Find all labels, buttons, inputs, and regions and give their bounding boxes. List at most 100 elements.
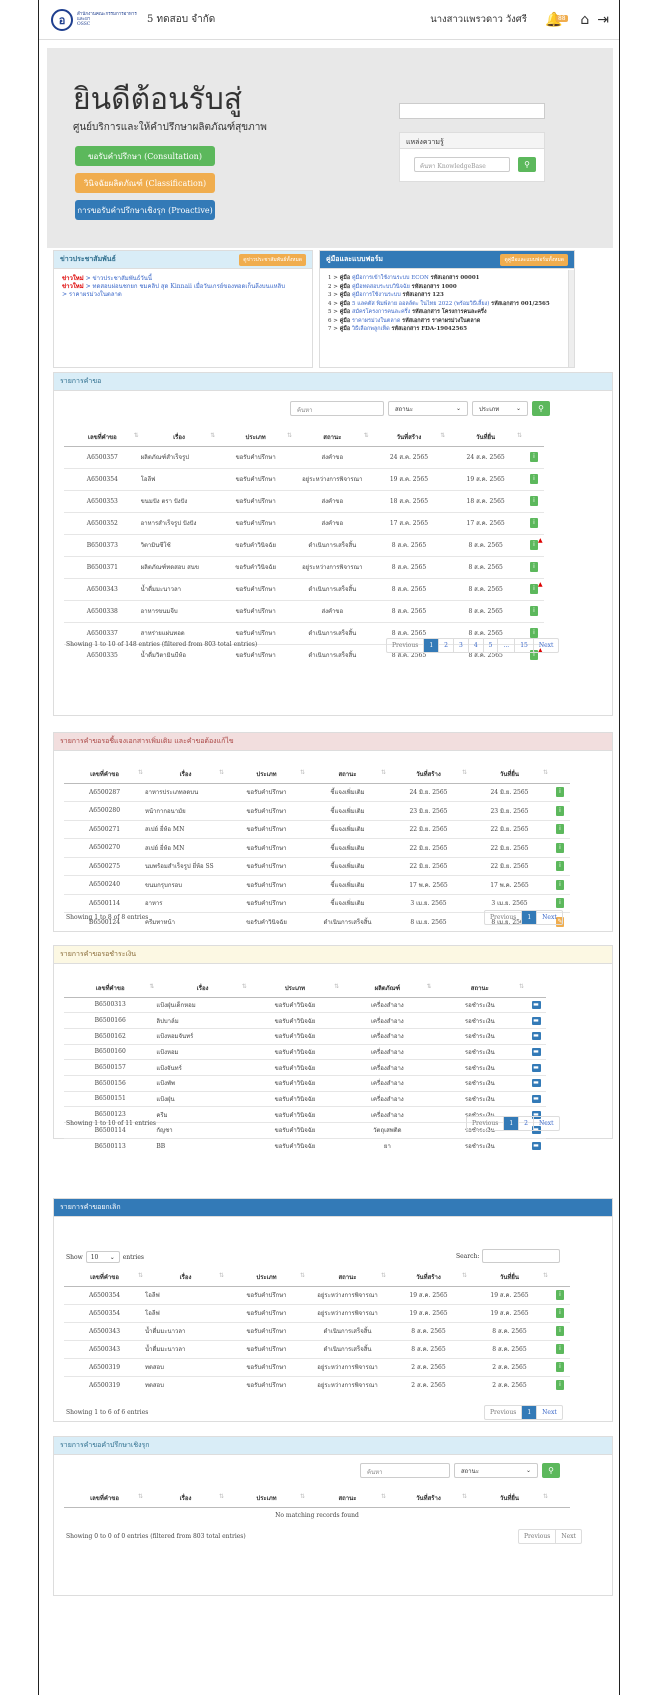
- proactive-search-input[interactable]: ค้นหา: [360, 1463, 450, 1478]
- sort-icon[interactable]: ⇅: [210, 432, 215, 439]
- column-header[interactable]: สถานะ ⇅: [293, 428, 371, 447]
- manual-item[interactable]: 3 > คู่มือ คู่มือการใช้งานระบบ รหัสเอกสา…: [328, 291, 562, 300]
- news-item[interactable]: ข่าวใหม่ > ข่าวประชาสัมพันธ์วันนี้: [54, 275, 312, 283]
- all-news-button[interactable]: ดูข่าวประชาสัมพันธ์ทั้งหมด: [239, 253, 306, 266]
- sort-icon[interactable]: ⇅: [440, 432, 445, 439]
- pagination-item[interactable]: Next: [537, 911, 562, 924]
- pagination-item[interactable]: 1: [522, 911, 538, 924]
- column-header[interactable]: สถานะ ⇅: [307, 1489, 388, 1508]
- home-icon[interactable]: ⌂: [580, 12, 589, 28]
- column-header[interactable]: เรื่อง ⇅: [145, 1268, 226, 1287]
- cancelled-search-input[interactable]: [482, 1249, 561, 1263]
- column-header[interactable]: สถานะ ⇅: [433, 979, 526, 998]
- info-icon[interactable]: i: [530, 562, 538, 572]
- column-header[interactable]: วันที่สร้าง ⇅: [388, 1489, 469, 1508]
- proactive-button[interactable]: การขอรับคำปรึกษาเชิงรุก (Proactive): [75, 200, 215, 220]
- column-header[interactable]: เลขที่คำขอ ⇅: [64, 1489, 145, 1508]
- column-header[interactable]: วันที่สร้าง ⇅: [388, 1268, 469, 1287]
- news-item[interactable]: > ราคาผรม่วงในตลาด: [54, 291, 312, 299]
- pagination-item[interactable]: Previous: [467, 1117, 505, 1130]
- info-icon[interactable]: i: [556, 861, 564, 872]
- pagination-item[interactable]: 15: [515, 639, 534, 652]
- info-icon[interactable]: i: [530, 452, 538, 462]
- info-icon[interactable]: i: [556, 1344, 564, 1354]
- manual-item[interactable]: 4 > คู่มือ 5 แลคตัส พิมพ์ลาย ออลล์ตะ ในไ…: [328, 300, 562, 309]
- column-header[interactable]: ผลิตภัณฑ์ ⇅: [341, 979, 434, 998]
- sort-icon[interactable]: ⇅: [138, 769, 143, 776]
- sort-icon[interactable]: ⇅: [381, 769, 386, 776]
- column-header[interactable]: สถานะ ⇅: [307, 765, 388, 784]
- requests-status-select[interactable]: สถานะ ⌄: [388, 401, 468, 416]
- sort-icon[interactable]: ⇅: [462, 1272, 467, 1279]
- sort-icon[interactable]: ⇅: [149, 983, 154, 990]
- sort-icon[interactable]: ⇅: [242, 983, 247, 990]
- info-icon[interactable]: i: [556, 1362, 564, 1372]
- column-header[interactable]: วันที่ยื่น ⇅: [447, 428, 524, 447]
- manual-item[interactable]: 6 > คู่มือ ราคาผรม่วงในตลาด รหัสเอกสาร ร…: [328, 317, 562, 326]
- payment-card-icon[interactable]: ▬: [531, 1142, 541, 1151]
- pagination-item[interactable]: Next: [537, 1406, 562, 1419]
- sort-icon[interactable]: ⇅: [381, 1493, 386, 1500]
- pagination-item[interactable]: 1: [424, 639, 440, 652]
- sort-icon[interactable]: ⇅: [364, 432, 369, 439]
- sort-icon[interactable]: ⇅: [300, 1493, 305, 1500]
- knowledge-search-input[interactable]: ค้นหา KnowledgeBase: [414, 157, 510, 172]
- column-header[interactable]: ประเภท ⇅: [226, 1489, 307, 1508]
- info-icon[interactable]: i: [530, 628, 538, 638]
- info-icon[interactable]: i: [530, 606, 538, 616]
- pagination-item[interactable]: ...: [498, 639, 516, 652]
- column-header[interactable]: เลขที่คำขอ ⇅: [64, 979, 157, 998]
- page-size-select[interactable]: 10 ⌄: [85, 1251, 120, 1263]
- pagination-item[interactable]: 1: [504, 1117, 520, 1130]
- payment-card-icon[interactable]: ▬: [531, 1094, 541, 1103]
- payment-card-icon[interactable]: ▬: [531, 1063, 541, 1072]
- column-header[interactable]: เลขที่คำขอ ⇅: [64, 765, 145, 784]
- pagination-item[interactable]: 5: [484, 639, 499, 652]
- column-header[interactable]: ประเภท ⇅: [217, 428, 294, 447]
- manual-scrollbar[interactable]: [568, 270, 574, 367]
- info-icon[interactable]: i: [556, 1290, 564, 1300]
- sort-icon[interactable]: ⇅: [219, 1493, 224, 1500]
- pagination-item[interactable]: Next: [534, 639, 559, 652]
- info-icon[interactable]: i: [556, 824, 564, 835]
- column-header[interactable]: สถานะ ⇅: [307, 1268, 388, 1287]
- sort-icon[interactable]: ⇅: [219, 1272, 224, 1279]
- fda-logo[interactable]: อ สำนักงานคณะกรรมการอาหารและยา OSSC: [51, 8, 137, 31]
- all-manual-button[interactable]: ดูคู่มือและแบบฟอร์มทั้งหมด: [500, 253, 568, 266]
- logout-icon[interactable]: ⇥: [597, 12, 609, 28]
- proactive-status-select[interactable]: สถานะ ⌄: [454, 1463, 538, 1478]
- sort-icon[interactable]: ⇅: [300, 769, 305, 776]
- info-icon[interactable]: i: [556, 898, 564, 909]
- knowledge-search-button[interactable]: ⚲: [518, 157, 536, 172]
- info-icon[interactable]: i: [556, 879, 564, 890]
- sort-icon[interactable]: ⇅: [381, 1272, 386, 1279]
- column-header[interactable]: วันที่สร้าง ⇅: [388, 765, 469, 784]
- news-item[interactable]: ข่าวใหม่ > ทดสอบผ่อนชกยก ชมคลิป สุด Kinn…: [54, 283, 312, 291]
- sort-icon[interactable]: ⇅: [287, 432, 292, 439]
- bell-icon[interactable]: 🔔 88: [545, 12, 568, 28]
- sort-icon[interactable]: ⇅: [543, 769, 548, 776]
- info-icon[interactable]: i: [556, 805, 564, 816]
- info-icon[interactable]: i ▲: [530, 537, 543, 550]
- proactive-search-button[interactable]: ⚲: [542, 1463, 560, 1478]
- column-header[interactable]: ประเภท ⇅: [226, 1268, 307, 1287]
- manual-item[interactable]: 1 > คู่มือ คู่มือการเข้าใช้งานระบบ ECON …: [328, 274, 562, 283]
- payment-card-icon[interactable]: ▬: [531, 1000, 541, 1009]
- username[interactable]: นางสาวแพรวดาว วังศรี: [430, 12, 527, 27]
- sort-icon[interactable]: ⇅: [300, 1272, 305, 1279]
- pagination-item[interactable]: 2: [519, 1117, 534, 1130]
- column-header[interactable]: เรื่อง ⇅: [156, 979, 249, 998]
- payment-card-icon[interactable]: ▬: [531, 1079, 541, 1088]
- pagination-item[interactable]: 2: [439, 639, 454, 652]
- sort-icon[interactable]: ⇅: [219, 769, 224, 776]
- column-header[interactable]: เรื่อง ⇅: [140, 428, 218, 447]
- payment-card-icon[interactable]: ▬: [531, 1047, 541, 1056]
- pagination-item[interactable]: 4: [469, 639, 484, 652]
- column-header[interactable]: วันที่ยื่น ⇅: [469, 1489, 550, 1508]
- sort-icon[interactable]: ⇅: [427, 983, 432, 990]
- info-icon[interactable]: i: [530, 474, 538, 484]
- pagination-item[interactable]: Next: [534, 1117, 559, 1130]
- column-header[interactable]: เรื่อง ⇅: [145, 1489, 226, 1508]
- requests-type-select[interactable]: ประเภท ⌄: [472, 401, 528, 416]
- pagination-item[interactable]: 3: [454, 639, 469, 652]
